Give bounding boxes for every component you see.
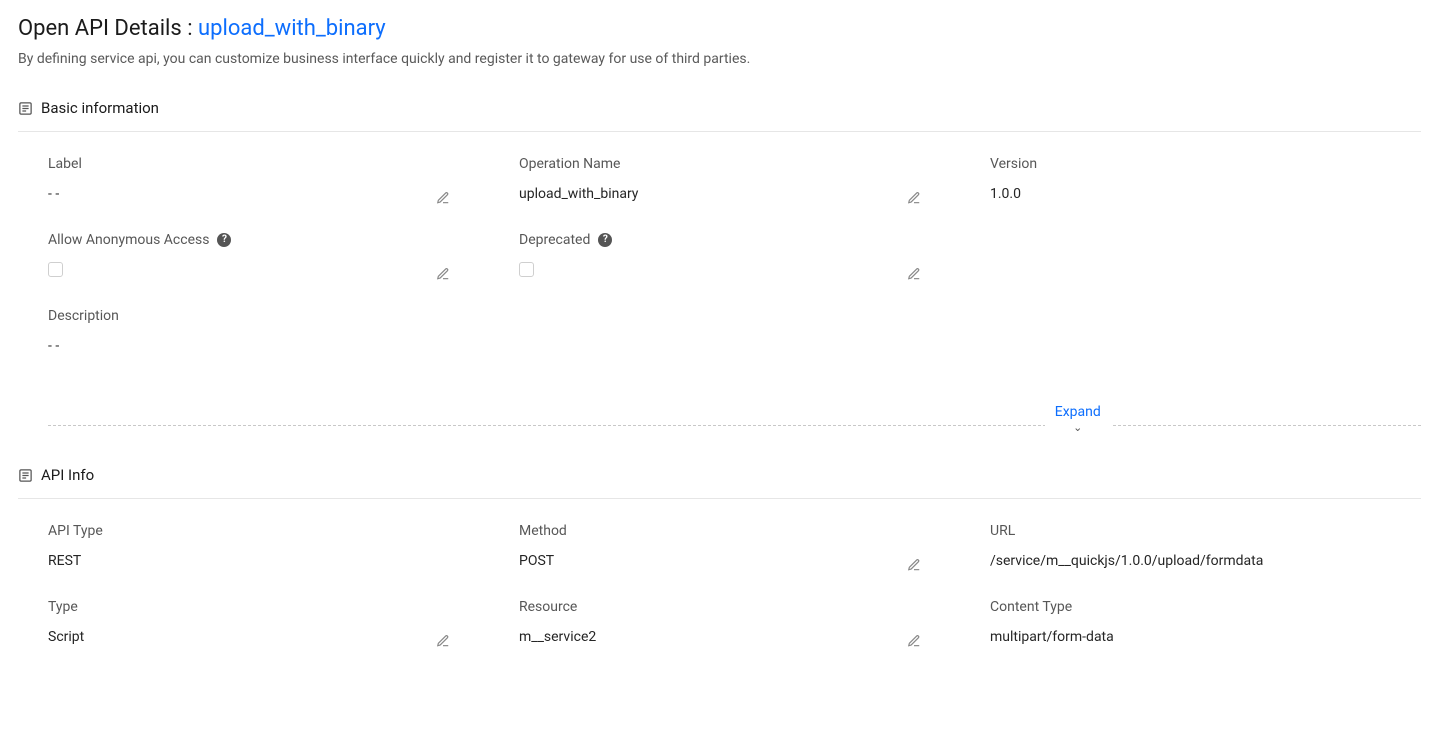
field-type-value: Script bbox=[48, 629, 479, 649]
field-allow-anon-label: Allow Anonymous Access ? bbox=[48, 232, 479, 248]
field-label-label: Label bbox=[48, 156, 479, 172]
edit-icon[interactable] bbox=[906, 557, 922, 573]
allow-anon-checkbox[interactable] bbox=[48, 262, 63, 277]
field-url-value: /service/m__quickjs/1.0.0/upload/formdat… bbox=[990, 553, 1421, 573]
help-icon[interactable]: ? bbox=[217, 233, 231, 247]
page-title-prefix: Open API Details : bbox=[18, 16, 198, 41]
field-method-value: POST bbox=[519, 553, 950, 573]
field-label-value: - - bbox=[48, 186, 479, 206]
section-header-basic: Basic information bbox=[18, 99, 1421, 132]
edit-icon[interactable] bbox=[906, 266, 922, 282]
field-operation-name-label: Operation Name bbox=[519, 156, 950, 172]
section-title-basic: Basic information bbox=[41, 99, 159, 117]
section-body-basic: Label - - Operation Name upload_with_bin… bbox=[18, 132, 1421, 384]
field-allow-anon: Allow Anonymous Access ? bbox=[48, 232, 479, 282]
field-operation-name: Operation Name upload_with_binary bbox=[519, 156, 950, 206]
section-body-api-info: API Type REST Method POST URL /service/m… bbox=[18, 499, 1421, 675]
edit-icon[interactable] bbox=[906, 190, 922, 206]
field-deprecated: Deprecated ? bbox=[519, 232, 950, 282]
field-version-value: 1.0.0 bbox=[990, 186, 1421, 206]
field-type: Type Script bbox=[48, 599, 479, 649]
field-deprecated-label: Deprecated ? bbox=[519, 232, 950, 248]
field-content-type-label: Content Type bbox=[990, 599, 1421, 615]
field-resource-value: m__service2 bbox=[519, 629, 950, 649]
field-description: Description - - bbox=[48, 308, 479, 358]
field-method-label: Method bbox=[519, 523, 950, 539]
help-icon[interactable]: ? bbox=[598, 233, 612, 247]
field-type-label: Type bbox=[48, 599, 479, 615]
field-content-type: Content Type multipart/form-data bbox=[990, 599, 1421, 649]
expand-label: Expand bbox=[1055, 404, 1101, 420]
field-method: Method POST bbox=[519, 523, 950, 573]
field-api-type-value: REST bbox=[48, 553, 479, 573]
expand-divider: Expand ⌄ bbox=[48, 414, 1421, 426]
section-header-api-info: API Info bbox=[18, 466, 1421, 499]
edit-icon[interactable] bbox=[435, 633, 451, 649]
section-title-api-info: API Info bbox=[41, 466, 94, 484]
field-version-label: Version bbox=[990, 156, 1421, 172]
field-url-label: URL bbox=[990, 523, 1421, 539]
field-url: URL /service/m__quickjs/1.0.0/upload/for… bbox=[990, 523, 1421, 573]
page-title: Open API Details : upload_with_binary bbox=[18, 16, 1421, 41]
field-api-type-label: API Type bbox=[48, 523, 479, 539]
deprecated-checkbox[interactable] bbox=[519, 262, 534, 277]
edit-icon[interactable] bbox=[906, 633, 922, 649]
edit-icon[interactable] bbox=[435, 190, 451, 206]
field-resource-label: Resource bbox=[519, 599, 950, 615]
list-icon bbox=[18, 468, 33, 483]
field-description-label: Description bbox=[48, 308, 479, 324]
field-operation-name-value: upload_with_binary bbox=[519, 186, 950, 206]
field-api-type: API Type REST bbox=[48, 523, 479, 573]
list-icon bbox=[18, 101, 33, 116]
expand-button[interactable]: Expand ⌄ bbox=[1045, 404, 1111, 433]
field-resource: Resource m__service2 bbox=[519, 599, 950, 649]
chevron-down-icon: ⌄ bbox=[1055, 422, 1101, 433]
field-content-type-value: multipart/form-data bbox=[990, 629, 1421, 649]
page-subtitle: By defining service api, you can customi… bbox=[18, 51, 1421, 67]
field-version: Version 1.0.0 bbox=[990, 156, 1421, 206]
edit-icon[interactable] bbox=[435, 266, 451, 282]
field-description-value: - - bbox=[48, 338, 479, 358]
field-label: Label - - bbox=[48, 156, 479, 206]
page-title-api-name: upload_with_binary bbox=[198, 16, 386, 41]
